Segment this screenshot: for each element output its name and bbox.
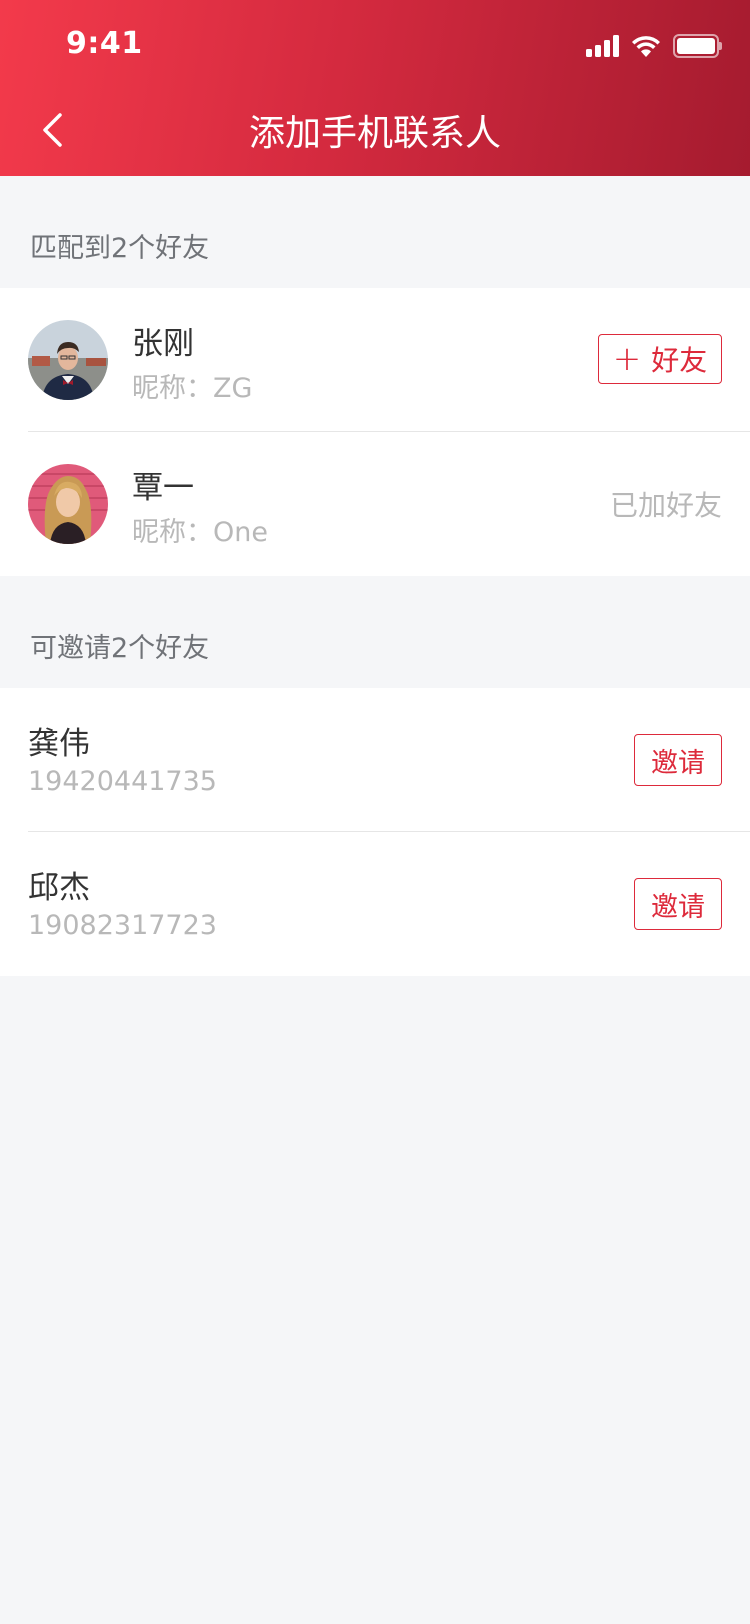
invitable-contacts-list: 龚伟 19420441735 邀请 邱杰 19082317723 邀请 [0, 688, 750, 976]
contact-phone: 19420441735 [28, 766, 217, 797]
contact-name: 邱杰 [28, 870, 90, 906]
contact-nickname: 昵称：One [132, 517, 268, 548]
added-status: 已加好友 [609, 489, 722, 522]
matched-section-label: 匹配到2个好友 [30, 233, 210, 264]
contact-nickname: 昵称：ZG [132, 373, 253, 404]
status-time: 9:41 [66, 26, 143, 61]
avatar [28, 464, 108, 544]
contact-name: 龚伟 [28, 726, 90, 762]
add-friend-label: 好友 [651, 344, 708, 377]
invite-button[interactable]: 邀请 [634, 878, 722, 930]
invite-button[interactable]: 邀请 [634, 734, 722, 786]
contact-phone: 19082317723 [28, 910, 217, 941]
battery-icon [673, 34, 722, 58]
list-item: 龚伟 19420441735 邀请 [0, 688, 750, 832]
plus-icon: + [612, 339, 642, 379]
matched-contacts-list: 张刚 昵称：ZG + 好友 覃一 昵称：One 已加好友 [0, 288, 750, 576]
avatar [28, 320, 108, 400]
add-friend-button[interactable]: + 好友 [598, 334, 722, 384]
list-item: 邱杰 19082317723 邀请 [0, 832, 750, 976]
wifi-icon [632, 36, 660, 57]
app-header: 9:41 添加手机联系人 [0, 0, 750, 176]
cellular-signal-icon [586, 35, 619, 57]
contact-name: 覃一 [132, 470, 194, 506]
contact-name: 张刚 [132, 326, 194, 362]
invitable-section-label: 可邀请2个好友 [30, 633, 210, 664]
list-item: 覃一 昵称：One 已加好友 [0, 432, 750, 576]
status-icons [586, 30, 722, 62]
page-title: 添加手机联系人 [248, 113, 501, 154]
list-item: 张刚 昵称：ZG + 好友 [0, 288, 750, 432]
